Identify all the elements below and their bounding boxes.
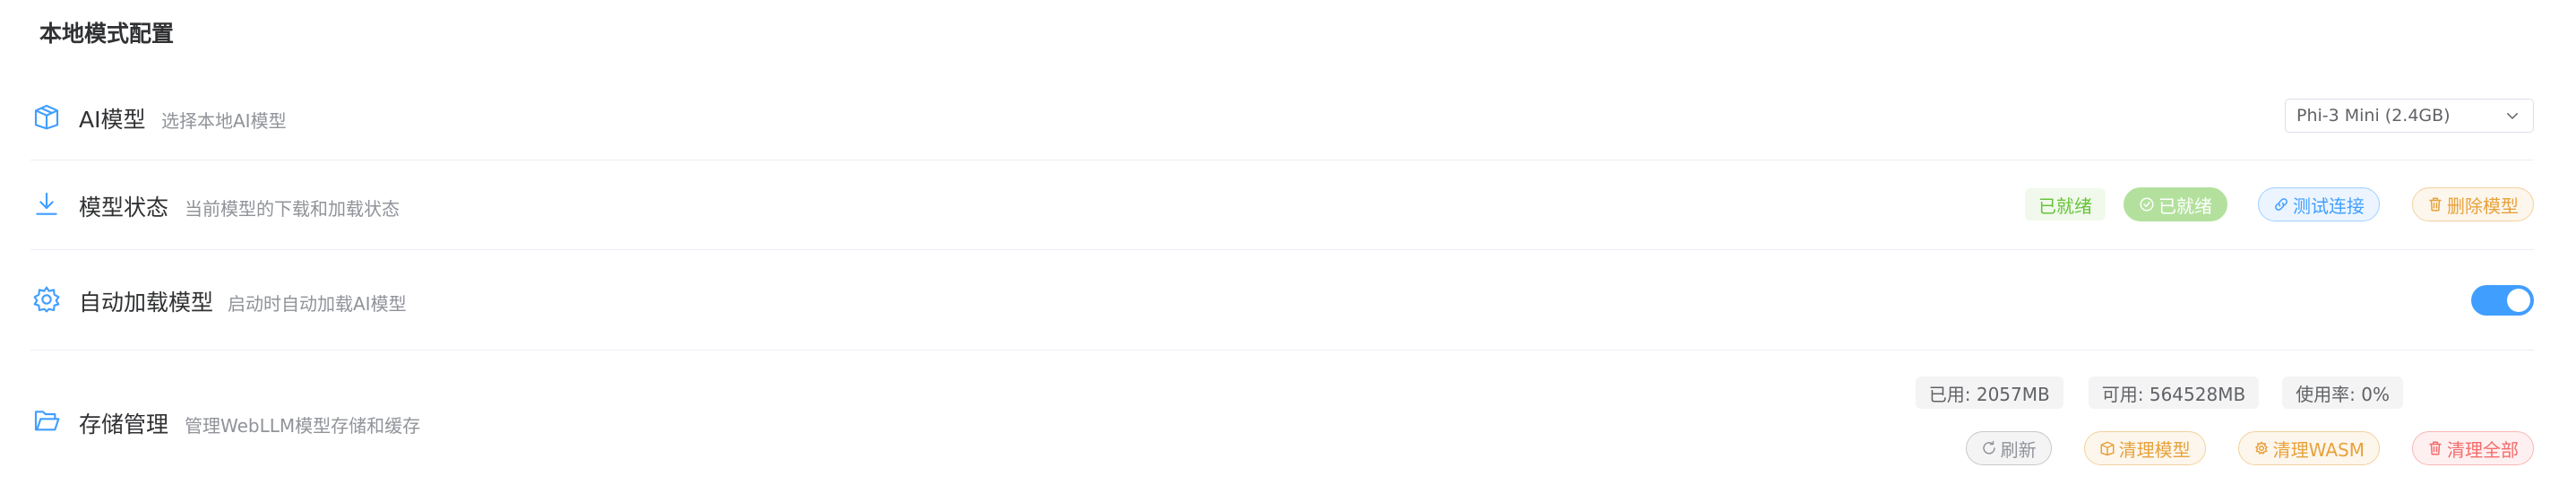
- ai-model-row: AI模型 选择本地AI模型 Phi-3 Mini (2.4GB): [30, 61, 2534, 160]
- chevron-down-icon: [2504, 108, 2520, 124]
- refresh-icon: [1982, 440, 1995, 455]
- storage-usage-badge: 使用率: 0%: [2282, 377, 2403, 409]
- clear-models-button[interactable]: 清理模型: [2083, 431, 2206, 465]
- model-status-row: 模型状态 当前模型的下载和加载状态 已就绪 已就绪 测试连接 删除模型: [30, 160, 2534, 250]
- download-icon: [32, 190, 61, 219]
- ready-button[interactable]: 已就绪: [2124, 187, 2227, 221]
- model-status-desc: 当前模型的下载和加载状态: [185, 198, 400, 220]
- gear-icon: [32, 285, 61, 314]
- storage-available-badge: 可用: 564528MB: [2088, 377, 2260, 409]
- auto-load-row: 自动加载模型 启动时自动加载AI模型: [30, 249, 2534, 351]
- ai-model-desc: 选择本地AI模型: [161, 110, 287, 132]
- storage-title: 存储管理: [79, 411, 169, 437]
- test-connection-button[interactable]: 测试连接: [2258, 187, 2380, 221]
- package-icon: [32, 102, 61, 131]
- delete-model-button[interactable]: 删除模型: [2412, 187, 2534, 221]
- auto-load-title: 自动加载模型: [79, 290, 214, 316]
- clear-wasm-button[interactable]: 清理WASM: [2237, 431, 2380, 465]
- ai-model-title: AI模型: [79, 107, 146, 133]
- cpu-icon: [2254, 441, 2268, 455]
- storage-desc: 管理WebLLM模型存储和缓存: [185, 415, 421, 437]
- test-connection-label: 测试连接: [2293, 195, 2365, 217]
- ready-button-label: 已就绪: [2158, 195, 2212, 217]
- delete-model-label: 删除模型: [2447, 195, 2519, 217]
- status-badge: 已就绪: [2025, 188, 2106, 221]
- auto-load-toggle[interactable]: [2471, 285, 2534, 316]
- trash-icon: [2429, 197, 2442, 212]
- clear-models-label: 清理模型: [2118, 438, 2191, 461]
- storage-row: 存储管理 管理WebLLM模型存储和缓存 已用: 2057MB 可用: 5645…: [30, 350, 2534, 485]
- box-icon: [2100, 441, 2115, 456]
- trash-icon: [2429, 441, 2442, 455]
- auto-load-desc: 启动时自动加载AI模型: [228, 293, 407, 315]
- refresh-button[interactable]: 刷新: [1965, 431, 2052, 465]
- model-select-value: Phi-3 Mini (2.4GB): [2296, 106, 2451, 126]
- link-icon: [2275, 198, 2287, 211]
- model-select[interactable]: Phi-3 Mini (2.4GB): [2285, 99, 2534, 133]
- toggle-knob: [2507, 289, 2530, 312]
- clear-wasm-label: 清理WASM: [2272, 438, 2365, 461]
- model-status-title: 模型状态: [79, 195, 169, 221]
- clear-all-label: 清理全部: [2447, 438, 2519, 461]
- refresh-label: 刷新: [2000, 438, 2037, 461]
- storage-used-badge: 已用: 2057MB: [1915, 377, 2063, 409]
- folder-open-icon: [32, 407, 61, 436]
- section-title: 本地模式配置: [39, 21, 175, 47]
- clear-all-button[interactable]: 清理全部: [2412, 431, 2534, 465]
- check-circle-icon: [2140, 197, 2154, 212]
